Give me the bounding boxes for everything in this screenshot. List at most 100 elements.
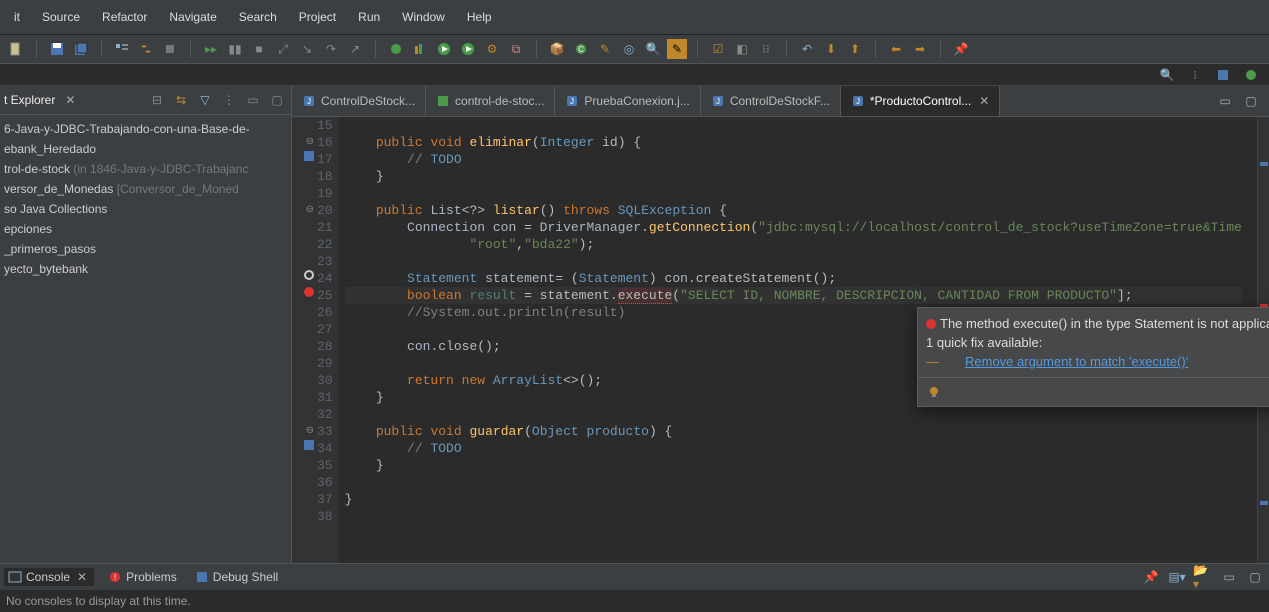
debug-shell-tab[interactable]: Debug Shell (191, 568, 282, 586)
java-file-icon: J (851, 94, 865, 108)
build-icon[interactable] (160, 39, 180, 59)
bottom-panel: Console ✕ ! Problems Debug Shell 📌 ▤▾ 📂▾… (0, 563, 1269, 612)
coverage-icon[interactable] (410, 39, 430, 59)
back-icon[interactable]: ⬅ (886, 39, 906, 59)
error-icon (926, 319, 936, 329)
prev-annotation-icon[interactable]: ⬆ (845, 39, 865, 59)
close-icon[interactable]: ✕ (979, 94, 989, 108)
run-external-icon[interactable]: ⧉ (506, 39, 526, 59)
prev-edit-icon[interactable]: ↶ (797, 39, 817, 59)
code-editor[interactable]: 15⊖16171819⊖20212223242526272829303132⊖3… (292, 117, 1269, 563)
hover-message: The method execute() in the type Stateme… (940, 316, 1269, 331)
perspective-java-icon[interactable] (1213, 65, 1233, 85)
link-editor-icon[interactable]: ⇆ (171, 90, 191, 110)
toggle-mark-icon[interactable]: ✎ (667, 39, 687, 59)
minimize-icon[interactable]: ▭ (243, 90, 263, 110)
menu-item[interactable]: Run (348, 6, 390, 28)
project-explorer: t Explorer ✕ ⊟ ⇆ ▽ ⋮ ▭ ▢ 6-Java-y-JDBC-T… (0, 86, 292, 563)
pin-icon[interactable]: 📌 (951, 39, 971, 59)
gutter[interactable]: 15⊖16171819⊖20212223242526272829303132⊖3… (292, 117, 339, 563)
attach-icon[interactable]: ⁝⁝ (756, 39, 776, 59)
step-over-icon[interactable]: ↷ (321, 39, 341, 59)
run-config-icon[interactable]: ⚙ (482, 39, 502, 59)
task-icon[interactable]: ☑ (708, 39, 728, 59)
folding-icon[interactable]: ⊖ (306, 134, 314, 151)
run-last-icon[interactable] (458, 39, 478, 59)
save-icon[interactable] (47, 39, 67, 59)
search-icon-toolbar[interactable]: 🔍 (643, 39, 663, 59)
folding-icon[interactable]: ⊖ (306, 423, 314, 440)
svg-text:J: J (570, 97, 574, 106)
stop-icon[interactable]: ■ (249, 39, 269, 59)
tree-item[interactable]: _primeros_pasos (0, 239, 291, 259)
resume-icon[interactable]: ▸▸ (201, 39, 221, 59)
disconnect-icon[interactable]: ⤢ (273, 39, 293, 59)
warning-marker-icon[interactable] (304, 270, 314, 280)
tab[interactable]: J ControlDeStock... (292, 86, 426, 116)
error-marker-icon[interactable] (304, 287, 314, 297)
console-tab[interactable]: Console ✕ (4, 568, 94, 586)
display-console-icon[interactable]: ▤▾ (1167, 567, 1187, 587)
run-icon[interactable] (434, 39, 454, 59)
task-marker-icon[interactable] (304, 440, 314, 450)
new-package-icon[interactable]: 📦 (547, 39, 567, 59)
pin-console-icon[interactable]: 📌 (1141, 567, 1161, 587)
tree-item[interactable]: ebank_Heredado (0, 139, 291, 159)
quick-access-bar: 🔍 ⁝ (0, 64, 1269, 86)
outline-icon[interactable] (112, 39, 132, 59)
menu-item[interactable]: Search (229, 6, 287, 28)
close-icon[interactable]: ✕ (74, 570, 90, 584)
minimize-icon[interactable]: ▭ (1219, 567, 1239, 587)
tree-item[interactable]: versor_de_Monedas [Conversor_de_Moned (0, 179, 291, 199)
maximize-icon[interactable]: ▢ (1245, 567, 1265, 587)
save-all-icon[interactable] (71, 39, 91, 59)
menu-item[interactable]: Project (289, 6, 346, 28)
problems-tab[interactable]: ! Problems (104, 568, 181, 586)
tree-item[interactable]: epciones (0, 219, 291, 239)
tab[interactable]: control-de-stoc... (426, 86, 555, 116)
maximize-icon[interactable]: ▢ (1241, 91, 1261, 111)
open-console-icon[interactable]: 📂▾ (1193, 567, 1213, 587)
forward-icon[interactable]: ➡ (910, 39, 930, 59)
filter-icon[interactable]: ▽ (195, 90, 215, 110)
menu-item[interactable]: Help (457, 6, 502, 28)
new-class-icon[interactable]: C (571, 39, 591, 59)
perspective-debug-icon[interactable] (1241, 65, 1261, 85)
menu-item[interactable]: Window (392, 6, 455, 28)
tab-active[interactable]: J *ProductoControl... ✕ (841, 86, 1000, 116)
next-annotation-icon[interactable]: ⬇ (821, 39, 841, 59)
task-focus-icon[interactable]: ◧ (732, 39, 752, 59)
maximize-icon[interactable]: ▢ (267, 90, 287, 110)
tree-item[interactable]: 6-Java-y-JDBC-Trabajando-con-una-Base-de… (0, 119, 291, 139)
pause-icon[interactable]: ▮▮ (225, 39, 245, 59)
step-out-icon[interactable]: ↗ (345, 39, 365, 59)
editor-area: J ControlDeStock... control-de-stoc... J… (292, 86, 1269, 563)
tab[interactable]: J PruebaConexion.j... (555, 86, 700, 116)
svg-text:C: C (578, 45, 584, 54)
menu-icon[interactable]: ⁝ (1185, 65, 1205, 85)
quickfix-link[interactable]: Remove argument to match 'execute()' (943, 354, 1188, 369)
collapse-all-icon[interactable]: ⊟ (147, 90, 167, 110)
minimize-icon[interactable]: ▭ (1215, 91, 1235, 111)
project-tree[interactable]: 6-Java-y-JDBC-Trabajando-con-una-Base-de… (0, 115, 291, 279)
debug-icon[interactable] (386, 39, 406, 59)
lightbulb-icon[interactable] (924, 382, 944, 402)
menu-item[interactable]: it (4, 6, 30, 28)
tree-item[interactable]: trol-de-stock (in 1846-Java-y-JDBC-Traba… (0, 159, 291, 179)
tree-item[interactable]: yecto_bytebank (0, 259, 291, 279)
folding-icon[interactable]: ⊖ (306, 202, 314, 219)
menu-item[interactable]: Source (32, 6, 90, 28)
view-menu-icon[interactable]: ⋮ (219, 90, 239, 110)
tab[interactable]: J ControlDeStockF... (701, 86, 841, 116)
step-into-icon[interactable]: ↘ (297, 39, 317, 59)
search-icon[interactable]: 🔍 (1157, 65, 1177, 85)
tree-item[interactable]: so Java Collections (0, 199, 291, 219)
close-icon[interactable]: ✕ (61, 93, 79, 107)
open-type-icon[interactable]: ◎ (619, 39, 639, 59)
link-icon[interactable] (136, 39, 156, 59)
wizard-icon[interactable]: ✎ (595, 39, 615, 59)
new-icon[interactable] (6, 39, 26, 59)
menu-item[interactable]: Navigate (159, 6, 226, 28)
task-marker-icon[interactable] (304, 151, 314, 161)
menu-item[interactable]: Refactor (92, 6, 157, 28)
